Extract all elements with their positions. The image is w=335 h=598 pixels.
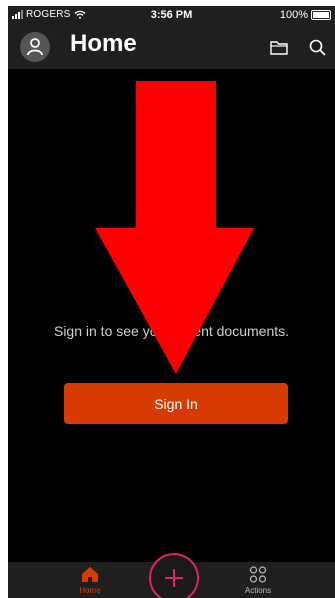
page-title: Home bbox=[70, 30, 137, 57]
search-icon bbox=[309, 39, 326, 56]
tab-actions[interactable]: Actions bbox=[228, 566, 288, 595]
search-button[interactable] bbox=[306, 36, 328, 58]
folder-icon bbox=[270, 40, 288, 55]
create-new-button[interactable] bbox=[151, 555, 197, 598]
tab-home-label: Home bbox=[79, 586, 101, 595]
red-arrow-annotation bbox=[95, 81, 254, 374]
actions-grid-icon bbox=[249, 566, 267, 583]
tab-actions-label: Actions bbox=[244, 586, 272, 595]
home-icon bbox=[82, 567, 98, 582]
tab-home[interactable]: Home bbox=[60, 566, 120, 595]
plus-icon bbox=[165, 569, 183, 587]
empty-state-message: Sign in to see your recent documents. bbox=[53, 323, 290, 339]
status-bar: ROGERS 3:56 PM 100% bbox=[8, 6, 335, 24]
app-header: Home bbox=[8, 24, 335, 69]
phone-screen: ROGERS 3:56 PM 100% Home Sign in to see … bbox=[8, 6, 335, 598]
sign-in-button[interactable]: Sign In bbox=[64, 383, 288, 424]
battery-percent: 100% bbox=[279, 9, 308, 21]
status-right: 100% bbox=[280, 9, 331, 21]
open-folder-button[interactable] bbox=[268, 36, 290, 58]
person-icon bbox=[27, 38, 43, 56]
profile-avatar-button[interactable] bbox=[20, 32, 50, 62]
battery-icon bbox=[311, 10, 331, 20]
